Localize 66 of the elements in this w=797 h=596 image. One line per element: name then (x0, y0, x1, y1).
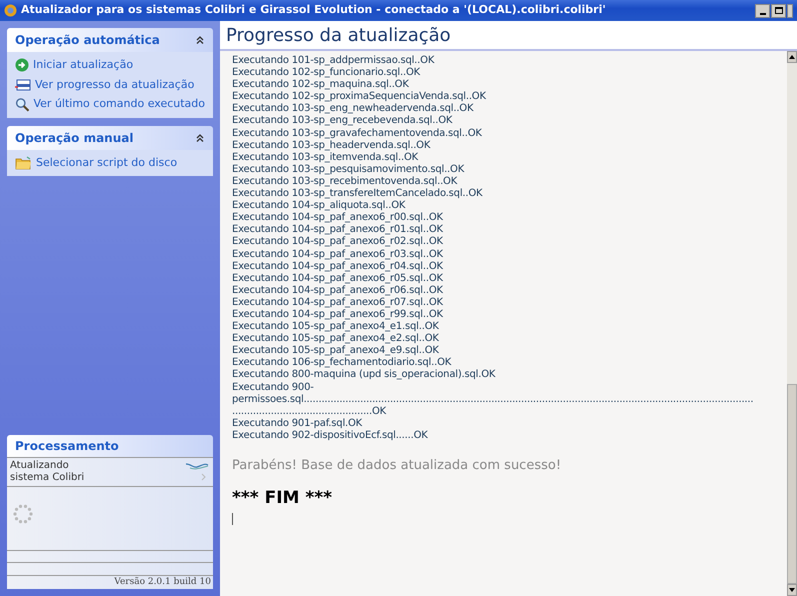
log-line: Executando 104-sp_paf_anexo6_r05.sql..OK (232, 272, 444, 285)
log-line: Executando 104-sp_paf_anexo6_r99.sql..OK (232, 308, 444, 321)
log-line: Executando 102-sp_maquina.sql..OK (232, 79, 410, 91)
log-line: Executando 103-sp_eng_recebevenda.sql..OK (232, 115, 454, 128)
folder-icon (15, 156, 32, 170)
up-arrow-icon (789, 55, 795, 59)
task-link[interactable]: Ver progresso da atualização (35, 76, 194, 93)
log-line: Executando 104-sp_paf_anexo6_r01.sql..OK (232, 224, 444, 236)
collapse-chevron-icon[interactable] (195, 35, 205, 45)
panel-title: Operação manual (15, 130, 134, 146)
maximize-button[interactable] (771, 4, 786, 18)
log-line: Executando 104-sp_paf_anexo6_r00.sql..OK (232, 212, 444, 224)
log-line: Executando 103-sp_pesquisamovimento.sql..OK (232, 164, 466, 176)
log-line: Executando 103-sp_recebimentovenda.sql..OK (232, 176, 458, 188)
log-line: Executando 102-sp_funcionario.sql..OK (232, 67, 422, 79)
log-line: Executando 105-sp_paf_anexo4_e1.sql..OK (232, 321, 440, 333)
log-line: permissoes.sql....................................................................................................................................................... (232, 394, 754, 406)
log-line: Executando 800-maquina (upd sis_operacional).sql.OK (232, 369, 496, 382)
log-line: Executando 104-sp_paf_anexo6_r02.sql..OK (232, 236, 444, 248)
window-icon (15, 78, 31, 92)
vertical-scrollbar[interactable] (787, 51, 797, 596)
log-line: Executando 104-sp_paf_anexo6_r03.sql..OK (232, 248, 444, 261)
log-line: Executando 104-sp_paf_anexo6_r06.sql..OK (232, 284, 444, 297)
app-icon (4, 4, 17, 17)
task-link[interactable]: Ver último comando executado (33, 96, 205, 112)
log-line: Executando 104-sp_aliquota.sql..OK (232, 200, 406, 212)
search-icon (15, 96, 30, 112)
status-text: sistema Colibri (10, 472, 84, 484)
panel-header[interactable]: Operação manual (7, 126, 213, 150)
log-line: Executando 105-sp_paf_anexo4_e9.sql..OK (232, 345, 440, 357)
collapse-chevron-icon[interactable] (195, 132, 205, 142)
log-line: Executando 900- (232, 382, 315, 394)
log-line: Executando 104-sp_paf_anexo6_r07.sql..OK (232, 296, 444, 309)
log-line: Executando 103-sp_gravafechamentovenda.sql..OK (232, 128, 483, 140)
down-arrow-icon (789, 588, 795, 592)
log-line: Executando 103-sp_eng_newheadervenda.sql..OK (232, 103, 474, 115)
scroll-thumb[interactable] (787, 384, 797, 584)
log-line: Executando 103-sp_headervenda.sql..OK (232, 140, 432, 152)
text-cursor (232, 513, 233, 525)
panel-title: Processamento (15, 438, 119, 455)
window-title: Atualizador para os sistemas Colibri e Girassol Evolution - conectado a '(LOCAL).colibri.colibri' (21, 2, 607, 18)
success-message: Parabéns! Base de dados atualizada com sucesso! (232, 457, 562, 475)
loading-spinner-icon (12, 503, 34, 526)
log-line: Executando 105-sp_paf_anexo4_e2.sql..OK (232, 333, 440, 345)
log-line: Executando 101-sp_addpermissao.sql..OK (232, 55, 436, 67)
scroll-down-button[interactable] (787, 584, 797, 596)
log-line: Executando 103-sp_transfereItemCancelado.sql..OK (232, 188, 484, 200)
task-link[interactable]: Selecionar script do disco (36, 154, 178, 171)
end-marker: *** FIM *** (232, 486, 334, 510)
log-line: Executando 104-sp_paf_anexo6_r04.sql..OK (232, 260, 444, 273)
arrow-circle-icon (15, 58, 29, 72)
log-line: Executando 103-sp_itemvenda.sql..OK (232, 152, 420, 164)
scroll-up-button[interactable] (787, 51, 797, 63)
close-button[interactable] (787, 4, 793, 18)
task-link[interactable]: Iniciar atualização (33, 57, 134, 74)
panel-header[interactable]: Operação automática (7, 28, 213, 52)
log-line: ...............................................OK (232, 406, 388, 418)
minimize-button[interactable] (755, 4, 770, 18)
status-text: Atualizando (10, 460, 70, 472)
log-line: Executando 902-dispositivoEcf.sql......OK (232, 430, 429, 442)
log-line: Executando 102-sp_proximaSequenciaVenda.sql..OK (232, 91, 487, 103)
log-line: Executando 106-sp_fechamentodiario.sql..OK (232, 357, 452, 369)
log-line: Executando 901-paf.sql.OK (232, 418, 364, 430)
panel-title: Operação automática (15, 32, 160, 49)
page-title: Progresso da atualização (226, 24, 451, 48)
version-label: Versão 2.0.1 build 10 (114, 576, 211, 588)
